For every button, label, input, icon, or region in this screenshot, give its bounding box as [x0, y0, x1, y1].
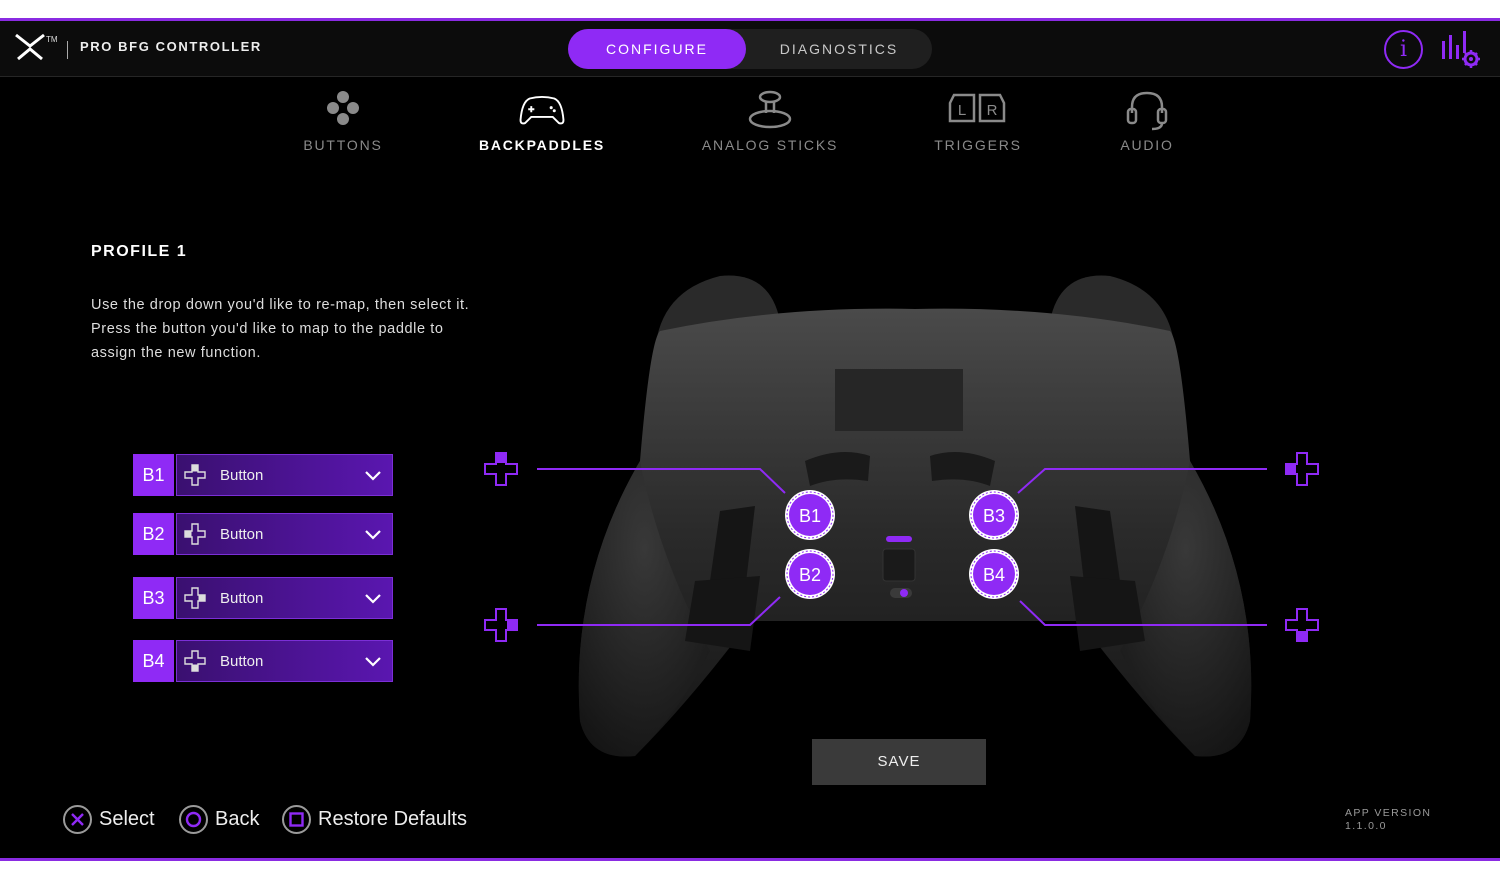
- dpad-right-icon: [184, 587, 206, 609]
- category-label: TRIGGERS: [934, 137, 1022, 153]
- category-audio[interactable]: AUDIO: [1062, 89, 1232, 153]
- tab-diagnostics[interactable]: DIAGNOSTICS: [750, 29, 928, 69]
- paddle-marker-b3[interactable]: B3: [969, 490, 1019, 540]
- mapping-dropdown-b3[interactable]: Button: [176, 577, 393, 619]
- category-triggers[interactable]: L R TRIGGERS: [893, 89, 1063, 153]
- dropdown-value: Button: [220, 467, 264, 484]
- hint-label: Restore Defaults: [318, 808, 467, 830]
- paddle-marker-b1[interactable]: B1: [785, 490, 835, 540]
- center-switch: [882, 548, 916, 582]
- controller-illustration: B1 B2 B3 B4: [484, 275, 1319, 757]
- chevron-down-icon: [365, 530, 381, 540]
- category-label: BUTTONS: [303, 137, 383, 153]
- trademark-mark: TM: [46, 35, 58, 44]
- instructions-text: Use the drop down you'd like to re-map, …: [91, 297, 470, 361]
- right-paddle-lower: [1070, 576, 1145, 651]
- paddle-marker-label: B2: [799, 565, 821, 585]
- mapping-row-b3: B3 Button: [133, 577, 393, 619]
- backpaddles-controller-icon: [519, 96, 565, 125]
- hint-select[interactable]: Select: [63, 803, 173, 835]
- paddle-tag: B2: [133, 513, 174, 555]
- category-label: BACKPADDLES: [478, 137, 606, 153]
- paddle-marker-b4[interactable]: B4: [969, 549, 1019, 599]
- center-panel: [835, 369, 963, 431]
- save-button[interactable]: SAVE: [812, 739, 986, 785]
- app-version: APP VERSION 1.1.0.0: [1345, 807, 1431, 833]
- left-paddle-lower: [685, 576, 760, 651]
- hint-label: Select: [99, 808, 155, 830]
- dpad-left-icon: [184, 523, 206, 545]
- app-title: PRO BFG CONTROLLER: [80, 39, 262, 54]
- tab-configure[interactable]: CONFIGURE: [568, 29, 746, 69]
- hint-restore-defaults[interactable]: Restore Defaults: [282, 803, 492, 835]
- app-version-label: APP VERSION: [1345, 807, 1432, 819]
- info-button[interactable]: i: [1384, 30, 1423, 69]
- top-bar: TM PRO BFG CONTROLLER CONFIGURE DIAGNOST…: [0, 21, 1500, 77]
- profile-title: PROFILE 1: [91, 243, 188, 260]
- trigger-right-letter: R: [987, 102, 998, 119]
- category-bar: BUTTONS BACKPADDLES ANALOG STICKS L R TR…: [0, 89, 1500, 169]
- paddle-tag: B1: [133, 454, 174, 496]
- chevron-down-icon: [365, 594, 381, 604]
- dpad-right-icon: [484, 608, 518, 642]
- chevron-down-icon: [365, 657, 381, 667]
- square-button-icon: [282, 805, 311, 834]
- paddle-marker-label: B3: [983, 506, 1005, 526]
- trigger-left-letter: L: [958, 102, 966, 119]
- indicator-light: [886, 536, 912, 542]
- dpad-up-icon: [184, 464, 206, 486]
- chevron-down-icon: [365, 471, 381, 481]
- mapping-dropdown-b1[interactable]: Button: [176, 454, 393, 496]
- paddle-tag: B4: [133, 640, 174, 682]
- dropdown-value: Button: [220, 590, 264, 607]
- info-icon: i: [1399, 37, 1408, 62]
- paddle-marker-label: B1: [799, 506, 821, 526]
- analog-stick-icon: [748, 90, 792, 129]
- headset-icon: [1126, 91, 1168, 131]
- hint-label: Back: [215, 808, 260, 830]
- category-label: AUDIO: [1120, 137, 1174, 153]
- mapping-dropdown-b2[interactable]: Button: [176, 513, 393, 555]
- category-label: ANALOG STICKS: [701, 137, 839, 153]
- brand-logo-icon: [15, 33, 45, 61]
- paddle-marker-label: B4: [983, 565, 1005, 585]
- dpad-down-icon: [1285, 608, 1319, 642]
- paddle-tag: B3: [133, 577, 174, 619]
- mode-toggle: CONFIGURE DIAGNOSTICS: [568, 29, 932, 69]
- cross-button-icon: [63, 805, 92, 834]
- dropdown-value: Button: [220, 653, 264, 670]
- mapping-dropdown-b4[interactable]: Button: [176, 640, 393, 682]
- mapping-row-b1: B1 Button: [133, 454, 393, 496]
- category-analog-sticks[interactable]: ANALOG STICKS: [685, 89, 855, 153]
- mapping-row-b4: B4 Button: [133, 640, 393, 682]
- category-backpaddles[interactable]: BACKPADDLES: [457, 89, 627, 153]
- category-buttons[interactable]: BUTTONS: [258, 89, 428, 153]
- app-window: TM PRO BFG CONTROLLER CONFIGURE DIAGNOST…: [0, 18, 1500, 861]
- dropdown-value: Button: [220, 526, 264, 543]
- settings-sliders-icon[interactable]: [1440, 29, 1482, 71]
- hint-back[interactable]: Back: [179, 803, 274, 835]
- mapping-row-b2: B2 Button: [133, 513, 393, 555]
- circle-button-icon: [179, 805, 208, 834]
- app-version-value: 1.1.0.0: [1345, 820, 1387, 832]
- triggers-lr-icon: L R: [948, 93, 1006, 123]
- title-divider: [67, 41, 68, 59]
- paddle-marker-b2[interactable]: B2: [785, 549, 835, 599]
- dpad-down-icon: [184, 650, 206, 672]
- dpad-up-icon: [484, 452, 518, 486]
- buttons-icon: [327, 91, 359, 125]
- dpad-left-icon: [1285, 452, 1319, 486]
